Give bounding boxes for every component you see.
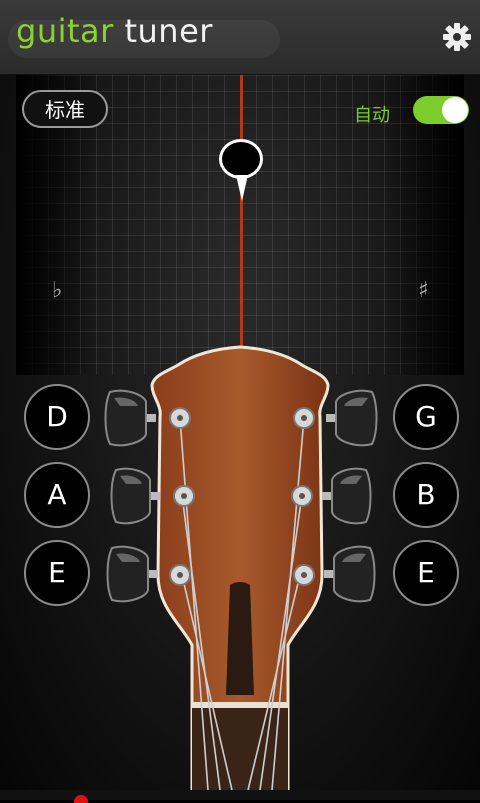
tuning-peg-b[interactable] (322, 466, 372, 526)
sharp-symbol: ♯ (418, 278, 429, 303)
tuning-peg-e-high[interactable] (324, 544, 376, 604)
tuning-indicator (219, 139, 263, 179)
tuning-peg-g[interactable] (326, 388, 378, 448)
guitar-headstock (150, 345, 330, 790)
tuning-indicator-tip (236, 175, 248, 201)
string-button-e-low[interactable]: E (24, 540, 90, 606)
toggle-knob (442, 97, 468, 123)
app-title-tuner: tuner (124, 12, 213, 50)
string-button-d[interactable]: D (24, 384, 90, 450)
tuning-peg-a[interactable] (110, 466, 160, 526)
tuning-peg-e-low[interactable] (106, 544, 158, 604)
string-button-b[interactable]: B (393, 462, 459, 528)
app-header: guitar tuner (0, 0, 480, 75)
settings-button[interactable] (440, 20, 474, 54)
app-title-guitar: guitar (16, 12, 114, 50)
string-button-a[interactable]: A (24, 462, 90, 528)
string-button-g[interactable]: G (393, 384, 459, 450)
notification-dot (74, 795, 88, 803)
standard-tuning-button[interactable]: 标准 (22, 90, 108, 128)
flat-symbol: ♭ (52, 278, 63, 303)
auto-mode-toggle[interactable] (413, 96, 469, 124)
app-title: guitar tuner (16, 12, 213, 50)
tuning-needle-line (240, 75, 243, 350)
auto-mode-label: 自动 (354, 105, 390, 126)
bottom-bar (0, 790, 480, 800)
gear-icon (443, 23, 471, 51)
tuning-peg-d[interactable] (104, 388, 156, 448)
string-button-e-high[interactable]: E (393, 540, 459, 606)
